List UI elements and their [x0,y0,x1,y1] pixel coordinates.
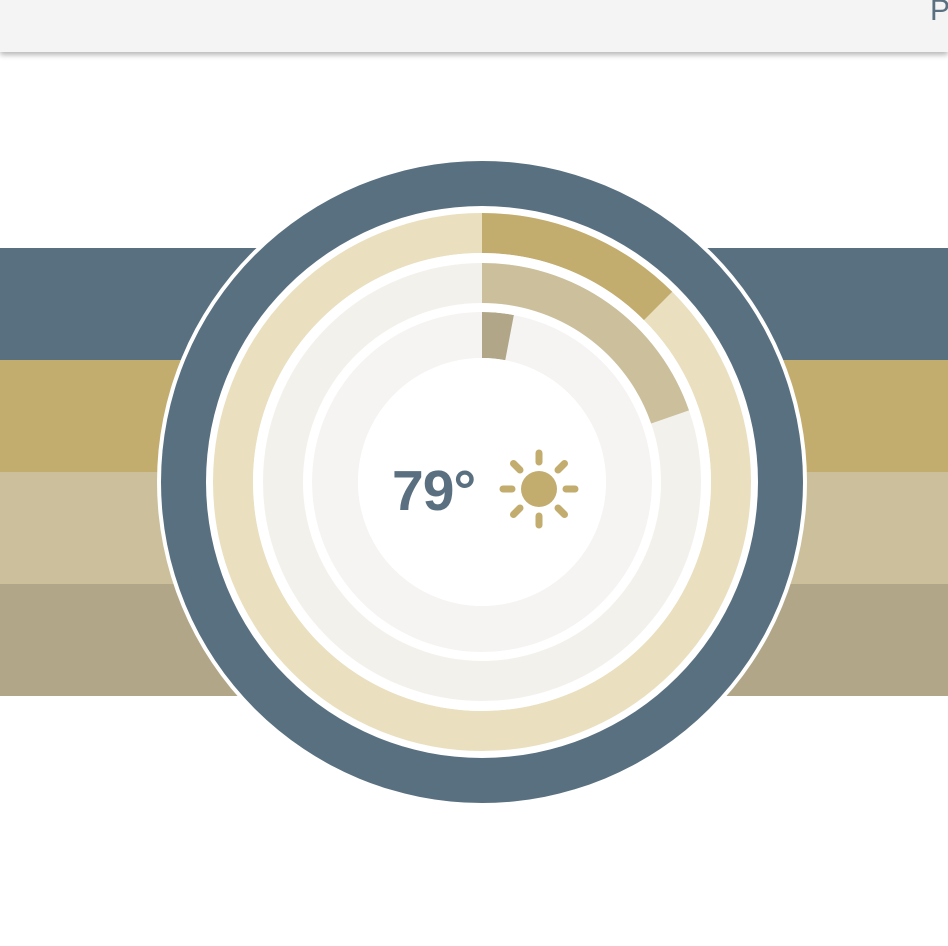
header-partial-label[interactable]: P [930,0,948,28]
top-app-bar: P [0,0,948,52]
inner-progress-arc [481,311,514,361]
temperature-value: 79° [392,459,476,523]
weather-readout: 79° [390,440,590,540]
sun-icon [499,449,579,529]
